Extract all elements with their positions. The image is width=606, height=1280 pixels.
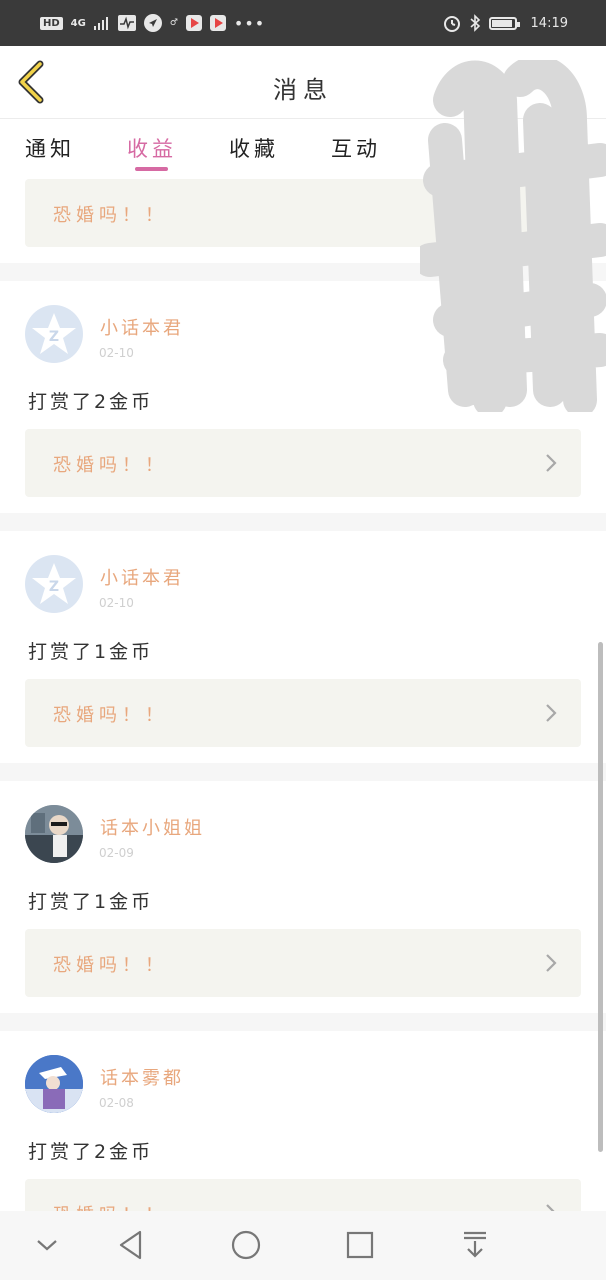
status-bar: HD 4G ♂ ••• 14:19: [0, 0, 606, 46]
list-item: 话本雾都 02-08 打赏了2金币 恐婚吗！！: [0, 1031, 606, 1211]
recents-square-icon[interactable]: [340, 1227, 380, 1263]
status-left: HD 4G ♂ •••: [40, 12, 265, 34]
message-text: 打赏了1金币: [28, 891, 154, 913]
chevron-right-icon: [546, 1204, 555, 1211]
network-badge: HD: [40, 16, 63, 30]
chevron-down-icon[interactable]: [27, 1227, 67, 1263]
message-text: 打赏了2金币: [28, 1141, 154, 1163]
photo-avatar-icon: [25, 805, 83, 863]
message-text: 打赏了1金币: [28, 641, 154, 663]
quoted-post-title: 恐婚吗！！: [53, 705, 168, 726]
app-icon: [185, 15, 202, 31]
redaction-scribble: [420, 60, 606, 412]
active-tab-indicator: [135, 167, 168, 171]
username[interactable]: 话本雾都: [100, 1064, 184, 1090]
battery-icon: [488, 16, 520, 30]
divider: [0, 513, 606, 531]
back-triangle-icon[interactable]: [111, 1227, 151, 1263]
username[interactable]: 小话本君: [100, 564, 184, 590]
quoted-post[interactable]: 恐婚吗！！: [25, 429, 581, 497]
tab-interactions[interactable]: 互动: [331, 133, 381, 163]
quoted-post-title: 恐婚吗！！: [53, 205, 168, 226]
timestamp: 02-08: [99, 1096, 134, 1110]
scrollbar[interactable]: [598, 642, 603, 1152]
tab-favorites[interactable]: 收藏: [229, 133, 279, 163]
more-icon: •••: [233, 13, 266, 33]
quoted-post-title: 恐婚吗！！: [53, 455, 168, 476]
username[interactable]: 小话本君: [100, 314, 184, 340]
bluetooth-icon: [470, 14, 480, 32]
timestamp: 02-10: [99, 596, 134, 610]
message-text: 打赏了2金币: [28, 391, 154, 413]
avatar[interactable]: [25, 805, 83, 863]
svg-text:Z: Z: [49, 329, 59, 345]
quoted-post[interactable]: 恐婚吗！！: [25, 1179, 581, 1211]
chevron-right-icon: [546, 954, 557, 972]
timestamp: 02-10: [99, 346, 134, 360]
small-dot-icon: ♂: [169, 18, 178, 28]
avatar[interactable]: Z: [25, 305, 83, 363]
home-circle-icon[interactable]: [226, 1227, 266, 1263]
list-item: Z 小话本君 02-10 打赏了1金币 恐婚吗！！: [0, 531, 606, 763]
svg-text:Z: Z: [49, 579, 59, 595]
app-icon: [209, 15, 226, 31]
chevron-right-icon: [546, 454, 557, 472]
alarm-icon: [443, 16, 460, 32]
system-nav-bar: [0, 1211, 606, 1280]
chevron-right-icon: [546, 704, 557, 722]
avatar[interactable]: [25, 1055, 83, 1113]
timestamp: 02-09: [99, 846, 134, 860]
quoted-post-title: 恐婚吗！！: [53, 955, 168, 976]
default-avatar-icon: Z: [32, 563, 76, 604]
default-avatar-icon: Z: [32, 313, 76, 354]
status-right: 14:19: [443, 12, 568, 34]
list-item: 话本小姐姐 02-09 打赏了1金币 恐婚吗！！: [0, 781, 606, 1013]
avatar[interactable]: Z: [25, 555, 83, 613]
tab-notifications[interactable]: 通知: [25, 133, 75, 163]
photo-avatar-icon: [25, 1055, 83, 1113]
tab-earnings[interactable]: 收益: [127, 133, 177, 163]
quoted-post-title: 恐婚吗！！: [53, 1201, 168, 1211]
network-type: 4G: [70, 17, 86, 29]
activity-icon: [117, 15, 136, 31]
download-icon[interactable]: [455, 1227, 495, 1263]
navigation-icon: [143, 14, 162, 32]
status-time: 14:19: [530, 15, 568, 31]
quoted-post[interactable]: 恐婚吗！！: [25, 929, 581, 997]
divider: [0, 763, 606, 781]
divider: [0, 1013, 606, 1031]
signal-icon: [93, 17, 108, 30]
quoted-post[interactable]: 恐婚吗！！: [25, 679, 581, 747]
username[interactable]: 话本小姐姐: [100, 814, 205, 840]
